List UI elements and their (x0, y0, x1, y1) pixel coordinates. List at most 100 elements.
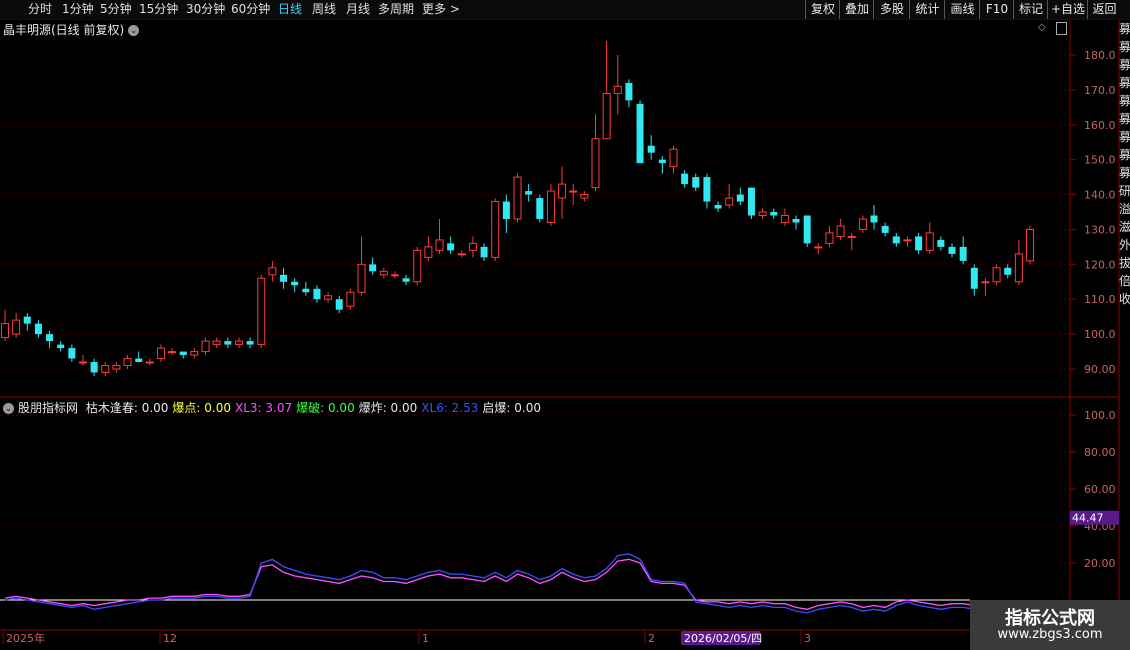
date-label: 2 (648, 632, 655, 645)
date-label: 3 (804, 632, 811, 645)
right-strip-char: 募 (1119, 148, 1130, 162)
date-label: 1 (422, 632, 429, 645)
candle-body (291, 281, 299, 286)
indicator-value-1: 爆点: 0.00 (172, 401, 231, 415)
candle-body (23, 316, 31, 324)
candle-body (692, 177, 700, 188)
candle-body (201, 340, 210, 353)
indicator-value-6: 启爆: 0.00 (482, 401, 541, 415)
price-tick-label: 120.0 (1084, 258, 1116, 271)
candle-body (357, 263, 366, 293)
candle-body (636, 103, 644, 164)
candle-body (703, 177, 711, 202)
candle-body (580, 194, 589, 199)
candle-body (68, 348, 76, 359)
candle-body (123, 358, 132, 367)
price-tick-label: 110.0 (1084, 293, 1116, 306)
candle-body (257, 277, 266, 346)
candle-body (870, 215, 878, 223)
price-tick-label: 160.0 (1084, 119, 1116, 132)
candle-body (892, 236, 900, 244)
candle-body (212, 340, 221, 346)
candle-body (948, 246, 956, 254)
candle-body (925, 232, 934, 251)
candle-body (480, 246, 488, 258)
indicator-tick-label: 100.0 (1084, 409, 1116, 422)
candle-body (836, 225, 845, 237)
candle-body (168, 351, 177, 354)
candle-body (502, 201, 510, 219)
indicator-tick-label: 80.00 (1084, 446, 1116, 459)
candle-body (78, 361, 87, 364)
candle-body (112, 365, 121, 370)
candle-body (513, 176, 522, 220)
candle-body (937, 239, 945, 247)
price-tick-label: 150.0 (1084, 154, 1116, 167)
candle-body (1026, 228, 1034, 262)
current-value-label: 44.47 (1072, 512, 1104, 525)
candle-body (881, 225, 889, 233)
candle-body (625, 82, 633, 101)
price-tick-label: 140.0 (1084, 189, 1116, 202)
candle-body (101, 365, 110, 373)
candle-body (959, 246, 967, 261)
candle-body (280, 274, 288, 282)
right-strip-char: 募 (1119, 58, 1130, 72)
candle-body (758, 211, 767, 216)
candle-body (747, 187, 755, 216)
candle-body (1014, 253, 1023, 283)
indicator-value-5: XL6: 2.53 (421, 401, 479, 415)
right-strip-char: 募 (1119, 40, 1130, 54)
right-strip-char: 募 (1119, 112, 1130, 126)
candle-body (525, 191, 533, 195)
date-label: 12 (163, 632, 177, 645)
candle-body (12, 319, 21, 335)
chevron-down-icon[interactable]: ⌄ (3, 403, 14, 414)
candle-body (57, 344, 65, 349)
candle-body (379, 270, 388, 276)
indicator-value-0: 枯木逢春: 0.00 (85, 401, 169, 415)
right-strip-char: 募 (1119, 94, 1130, 108)
candle-body (591, 138, 600, 189)
candle-body (190, 351, 199, 356)
candle-body (34, 323, 42, 335)
candle-body (1004, 267, 1012, 275)
right-strip-char: 倍 (1119, 274, 1130, 288)
right-strip-char: 滋 (1119, 220, 1130, 234)
right-strip-char: 拔 (1119, 256, 1130, 270)
price-tick-label: 170.0 (1084, 84, 1116, 97)
date-highlight-label: 2026/02/05/四 (684, 632, 762, 645)
candle-body (647, 145, 655, 153)
candle-body (981, 281, 990, 284)
candle-body (145, 361, 154, 364)
candle-body (224, 341, 232, 345)
candle-body (803, 215, 811, 244)
candle-body (390, 274, 399, 277)
candle-body (369, 264, 377, 272)
candle-body (725, 197, 734, 206)
candle-body (413, 249, 422, 283)
right-strip-char: 募 (1119, 76, 1130, 90)
candle-body (558, 183, 567, 199)
price-tick-label: 180.0 (1084, 49, 1116, 62)
candle-body (457, 253, 466, 256)
candle-body (903, 239, 912, 242)
candle-body (915, 236, 923, 251)
price-tick-label: 130.0 (1084, 223, 1116, 236)
candle-body (780, 214, 789, 223)
candle-body (268, 267, 277, 276)
candle-body (156, 347, 165, 360)
candle-body (825, 232, 834, 244)
date-label: 2025年 (6, 631, 45, 645)
candle-body (346, 291, 355, 307)
candle-body (324, 295, 333, 300)
candle-body (234, 340, 243, 346)
right-strip-char: 募 (1119, 130, 1130, 144)
candle-body (90, 362, 98, 373)
candle-body (246, 341, 254, 345)
right-strip-char: 外 (1119, 238, 1130, 252)
candle-body (613, 85, 622, 94)
candle-body (736, 194, 744, 202)
candle-body (602, 92, 611, 140)
candle-body (468, 242, 477, 251)
